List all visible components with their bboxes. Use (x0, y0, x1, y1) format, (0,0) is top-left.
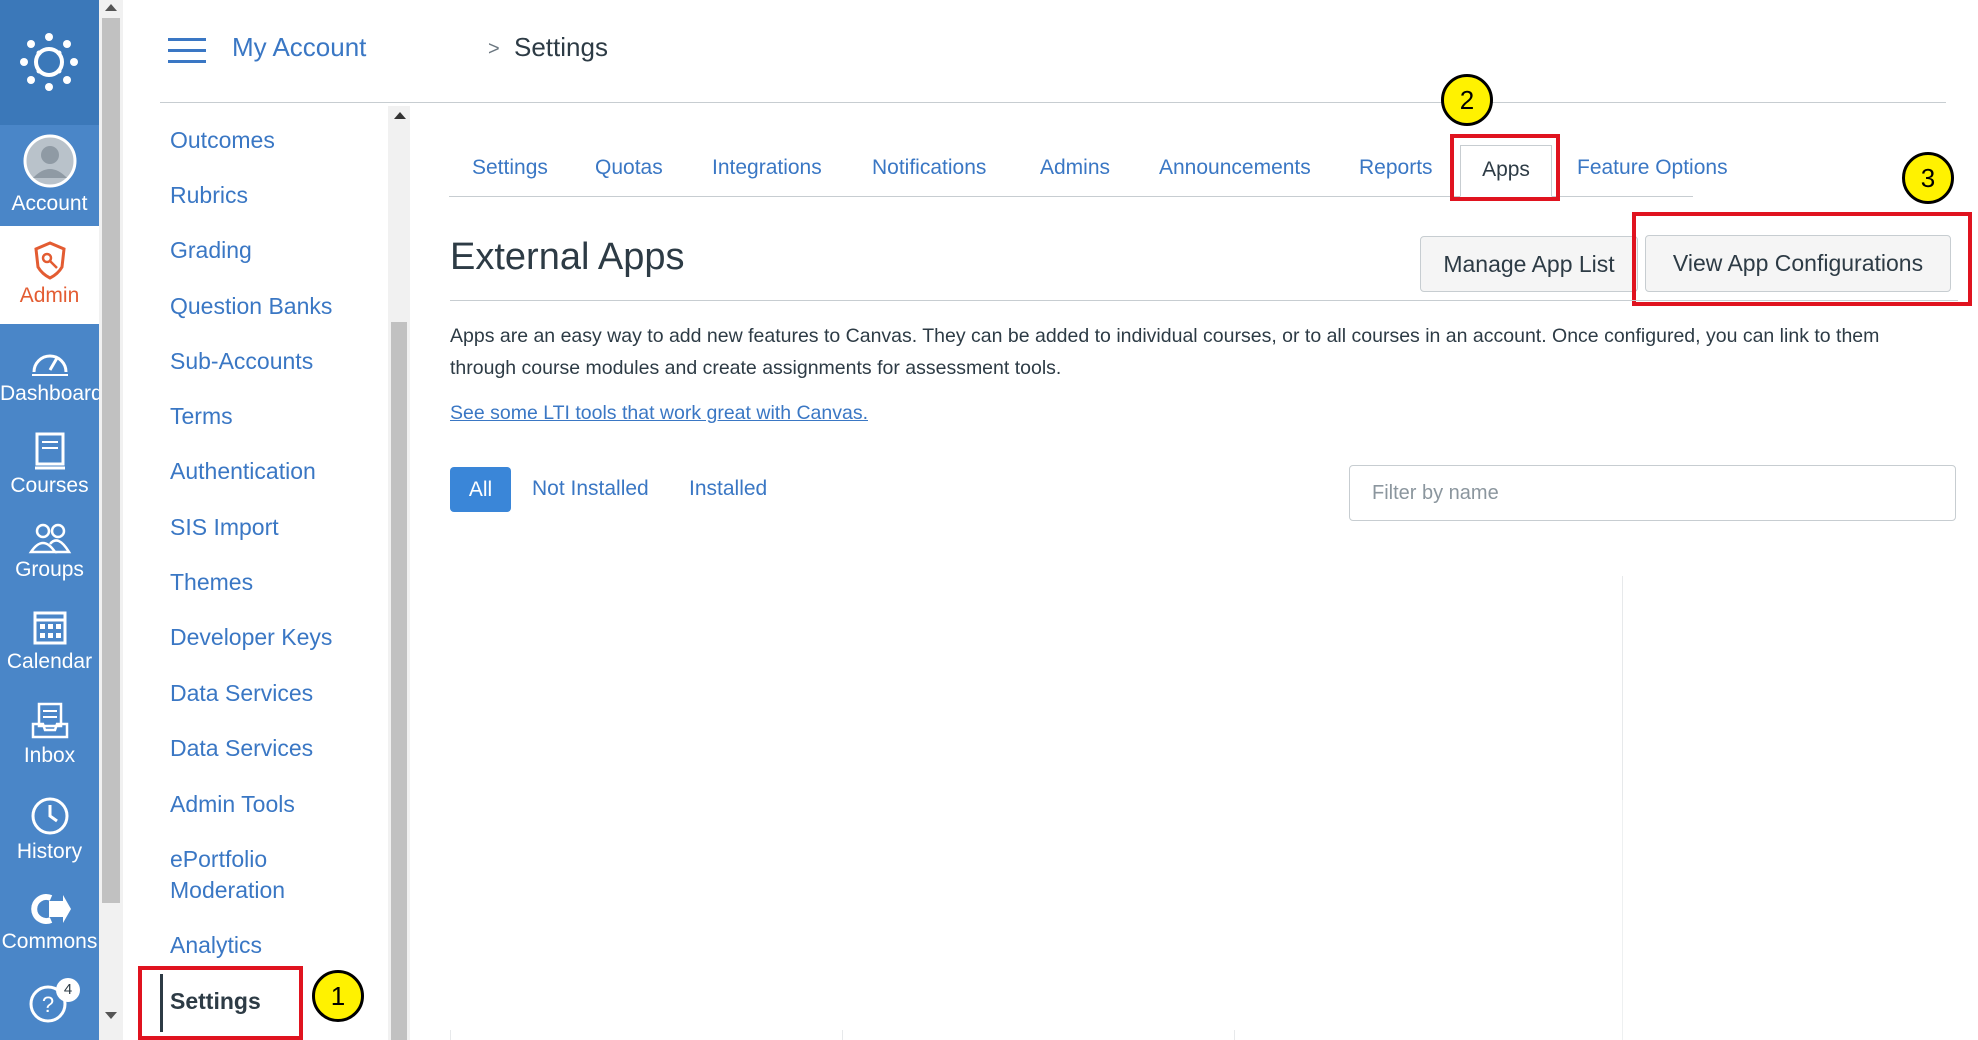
filter-by-name-input[interactable] (1349, 465, 1956, 521)
nav-account-label: Account (11, 192, 88, 215)
nav-scrollbar-thumb[interactable] (102, 18, 120, 903)
subnav-eportfolio-moderation[interactable]: ePortfolio Moderation (170, 844, 285, 906)
subnav-grading[interactable]: Grading (170, 235, 252, 266)
tab-notifications[interactable]: Notifications (872, 156, 986, 180)
callout-2: 2 (1441, 74, 1493, 126)
inbox-icon (31, 702, 68, 739)
help-notification-badge: 4 (56, 978, 80, 1002)
manage-app-list-button[interactable]: Manage App List (1420, 236, 1638, 292)
subnav-eportfolio-line2: Moderation (170, 877, 286, 903)
subnav-data-services-2[interactable]: Data Services (170, 733, 313, 764)
subnav-scroll-up-arrow[interactable] (394, 112, 406, 119)
nav-history[interactable]: History (0, 796, 99, 864)
nav-admin-label: Admin (19, 284, 80, 307)
tab-feature-options[interactable]: Feature Options (1577, 156, 1728, 180)
tab-admins[interactable]: Admins (1040, 156, 1110, 180)
filter-all-button[interactable]: All (450, 467, 511, 512)
nav-help[interactable]: ? 4 (28, 978, 80, 1024)
global-navigation: Account Admin Dashboard Courses Groups C… (0, 0, 103, 1040)
highlight-box-apps-tab (1450, 134, 1560, 201)
subnav-analytics[interactable]: Analytics (170, 930, 262, 961)
nav-scroll-up-arrow[interactable] (105, 4, 117, 11)
filter-installed-link[interactable]: Installed (689, 477, 767, 501)
header-divider (160, 102, 1946, 103)
breadcrumb-current: Settings (514, 32, 608, 62)
calendar-icon (33, 611, 66, 645)
tab-settings[interactable]: Settings (472, 156, 548, 180)
nav-commons[interactable]: Commons (0, 892, 99, 954)
subnav-terms[interactable]: Terms (170, 401, 233, 432)
nav-courses-label: Courses (10, 474, 89, 497)
breadcrumb-my-account[interactable]: My Account (232, 32, 366, 63)
nav-dashboard-label: Dashboard (0, 382, 103, 405)
svg-text:?: ? (42, 992, 54, 1017)
callout-3: 3 (1902, 152, 1954, 204)
canvas-logo-icon (20, 33, 78, 91)
tab-announcements[interactable]: Announcements (1159, 156, 1311, 180)
history-icon (31, 797, 68, 835)
breadcrumb-chevron-icon: > (488, 38, 500, 60)
dashboard-icon (31, 354, 68, 376)
nav-groups-label: Groups (15, 558, 84, 581)
page-title: External Apps (450, 236, 685, 278)
nav-dashboard[interactable]: Dashboard (0, 344, 103, 406)
app-grid-divider (450, 1030, 451, 1040)
nav-history-label: History (16, 840, 83, 863)
nav-inbox[interactable]: Inbox (0, 702, 99, 768)
subnav-authentication[interactable]: Authentication (170, 456, 316, 487)
nav-scroll-down-arrow[interactable] (105, 1012, 117, 1019)
tab-integrations[interactable]: Integrations (712, 156, 822, 180)
nav-calendar-label: Calendar (6, 650, 93, 673)
hamburger-menu-icon[interactable] (168, 38, 206, 64)
subnav-sub-accounts[interactable]: Sub-Accounts (170, 346, 313, 377)
nav-account[interactable]: Account (0, 134, 99, 216)
title-divider (450, 300, 1958, 301)
nav-admin[interactable]: Admin (0, 226, 99, 324)
nav-groups[interactable]: Groups (0, 522, 99, 582)
subnav-question-banks[interactable]: Question Banks (170, 291, 332, 322)
nav-inbox-label: Inbox (23, 744, 76, 767)
nav-commons-label: Commons (1, 930, 98, 953)
nav-calendar[interactable]: Calendar (0, 608, 99, 674)
commons-icon (30, 894, 71, 924)
app-grid-divider (1234, 1030, 1235, 1040)
highlight-box-settings (138, 966, 303, 1040)
subnav-data-services[interactable]: Data Services (170, 678, 313, 709)
lti-tools-link[interactable]: See some LTI tools that work great with … (450, 402, 868, 425)
courses-icon (34, 432, 65, 470)
tab-reports[interactable]: Reports (1359, 156, 1433, 180)
subnav-sis-import[interactable]: SIS Import (170, 512, 279, 543)
avatar-icon (23, 134, 76, 188)
subnav-outcomes[interactable]: Outcomes (170, 125, 275, 156)
apps-description: Apps are an easy way to add new features… (450, 325, 1880, 379)
admin-shield-icon (33, 241, 66, 280)
callout-1: 1 (312, 970, 364, 1022)
canvas-logo[interactable] (0, 0, 99, 125)
nav-courses[interactable]: Courses (0, 432, 99, 498)
subnav-scrollbar-thumb[interactable] (391, 322, 407, 1040)
subnav-themes[interactable]: Themes (170, 567, 253, 598)
subnav-rubrics[interactable]: Rubrics (170, 180, 248, 211)
filter-not-installed-link[interactable]: Not Installed (532, 477, 649, 501)
app-grid-divider (1622, 800, 1623, 1040)
app-grid-divider (842, 1030, 843, 1040)
tab-quotas[interactable]: Quotas (595, 156, 663, 180)
subnav-developer-keys[interactable]: Developer Keys (170, 622, 332, 653)
subnav-eportfolio-line1: ePortfolio (170, 846, 268, 872)
highlight-box-view-app-config (1632, 212, 1972, 306)
subnav-admin-tools[interactable]: Admin Tools (170, 789, 295, 820)
groups-icon (28, 523, 71, 554)
